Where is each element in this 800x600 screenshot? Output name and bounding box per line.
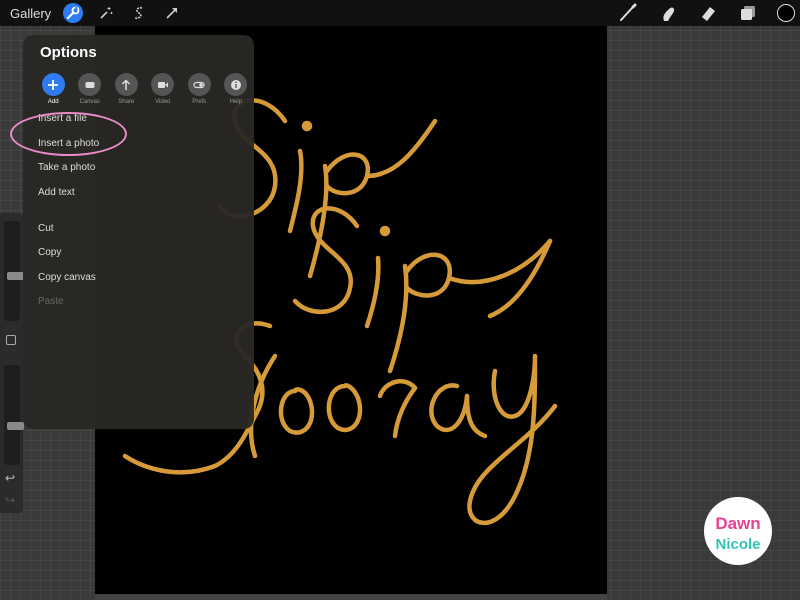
menu-item-copy-canvas[interactable]: Copy canvas — [38, 272, 96, 283]
menu-item-copy[interactable]: Copy — [38, 247, 61, 258]
menu-item-add-text[interactable]: Add text — [38, 187, 75, 198]
tab-label: Share — [118, 99, 135, 105]
options-panel: Options Add Canvas Share Video Prefs Help Ins… — [23, 35, 254, 429]
opacity-handle[interactable] — [7, 422, 24, 430]
brush-size-handle[interactable] — [7, 272, 24, 280]
menu-item-take-a-photo[interactable]: Take a photo — [38, 162, 95, 173]
video-icon — [151, 73, 175, 96]
options-title: Options — [40, 44, 97, 61]
left-sidebar: ↩ ↪ — [0, 213, 24, 513]
gallery-button[interactable]: Gallery — [10, 6, 51, 21]
top-toolbar: Gallery — [0, 0, 800, 26]
annotation-highlight — [10, 112, 127, 156]
right-toolbar — [617, 0, 800, 26]
logo-line1: Dawn — [715, 514, 760, 533]
tab-label: Video — [155, 99, 171, 105]
undo-icon[interactable]: ↩ — [5, 471, 15, 485]
selection-icon[interactable] — [129, 3, 149, 23]
smudge-icon[interactable] — [657, 2, 679, 24]
transform-icon[interactable] — [162, 3, 182, 23]
brush-icon[interactable] — [617, 2, 639, 24]
info-icon — [224, 73, 248, 96]
logo-line2: Nicole — [715, 536, 760, 553]
tab-video[interactable]: Video — [145, 73, 182, 105]
tab-label: Canvas — [79, 99, 100, 105]
watermark-logo: Dawn Nicole — [704, 497, 772, 565]
canvas-icon — [78, 73, 102, 96]
redo-icon[interactable]: ↪ — [5, 493, 15, 507]
toggle-icon — [187, 73, 211, 96]
modify-button[interactable] — [6, 335, 16, 345]
tab-prefs[interactable]: Prefs — [181, 73, 218, 105]
tab-canvas[interactable]: Canvas — [72, 73, 109, 105]
tab-help[interactable]: Help — [218, 73, 255, 105]
tab-add[interactable]: Add — [35, 73, 72, 105]
tab-share[interactable]: Share — [108, 73, 145, 105]
menu-item-paste: Paste — [38, 296, 64, 307]
tab-label: Help — [229, 99, 242, 105]
current-color-swatch[interactable] — [777, 4, 795, 22]
eraser-icon[interactable] — [697, 2, 719, 24]
wrench-icon[interactable] — [63, 3, 84, 23]
tab-label: Add — [47, 99, 59, 105]
magic-wand-icon[interactable] — [96, 3, 116, 23]
brush-size-slider[interactable] — [4, 221, 24, 321]
opacity-slider[interactable] — [4, 365, 24, 465]
tab-label: Prefs — [192, 99, 207, 105]
plus-icon — [41, 73, 65, 96]
menu-item-cut[interactable]: Cut — [38, 223, 54, 234]
options-tabs: Add Canvas Share Video Prefs Help — [35, 73, 254, 105]
share-icon — [114, 73, 138, 96]
layers-icon[interactable] — [737, 2, 759, 24]
